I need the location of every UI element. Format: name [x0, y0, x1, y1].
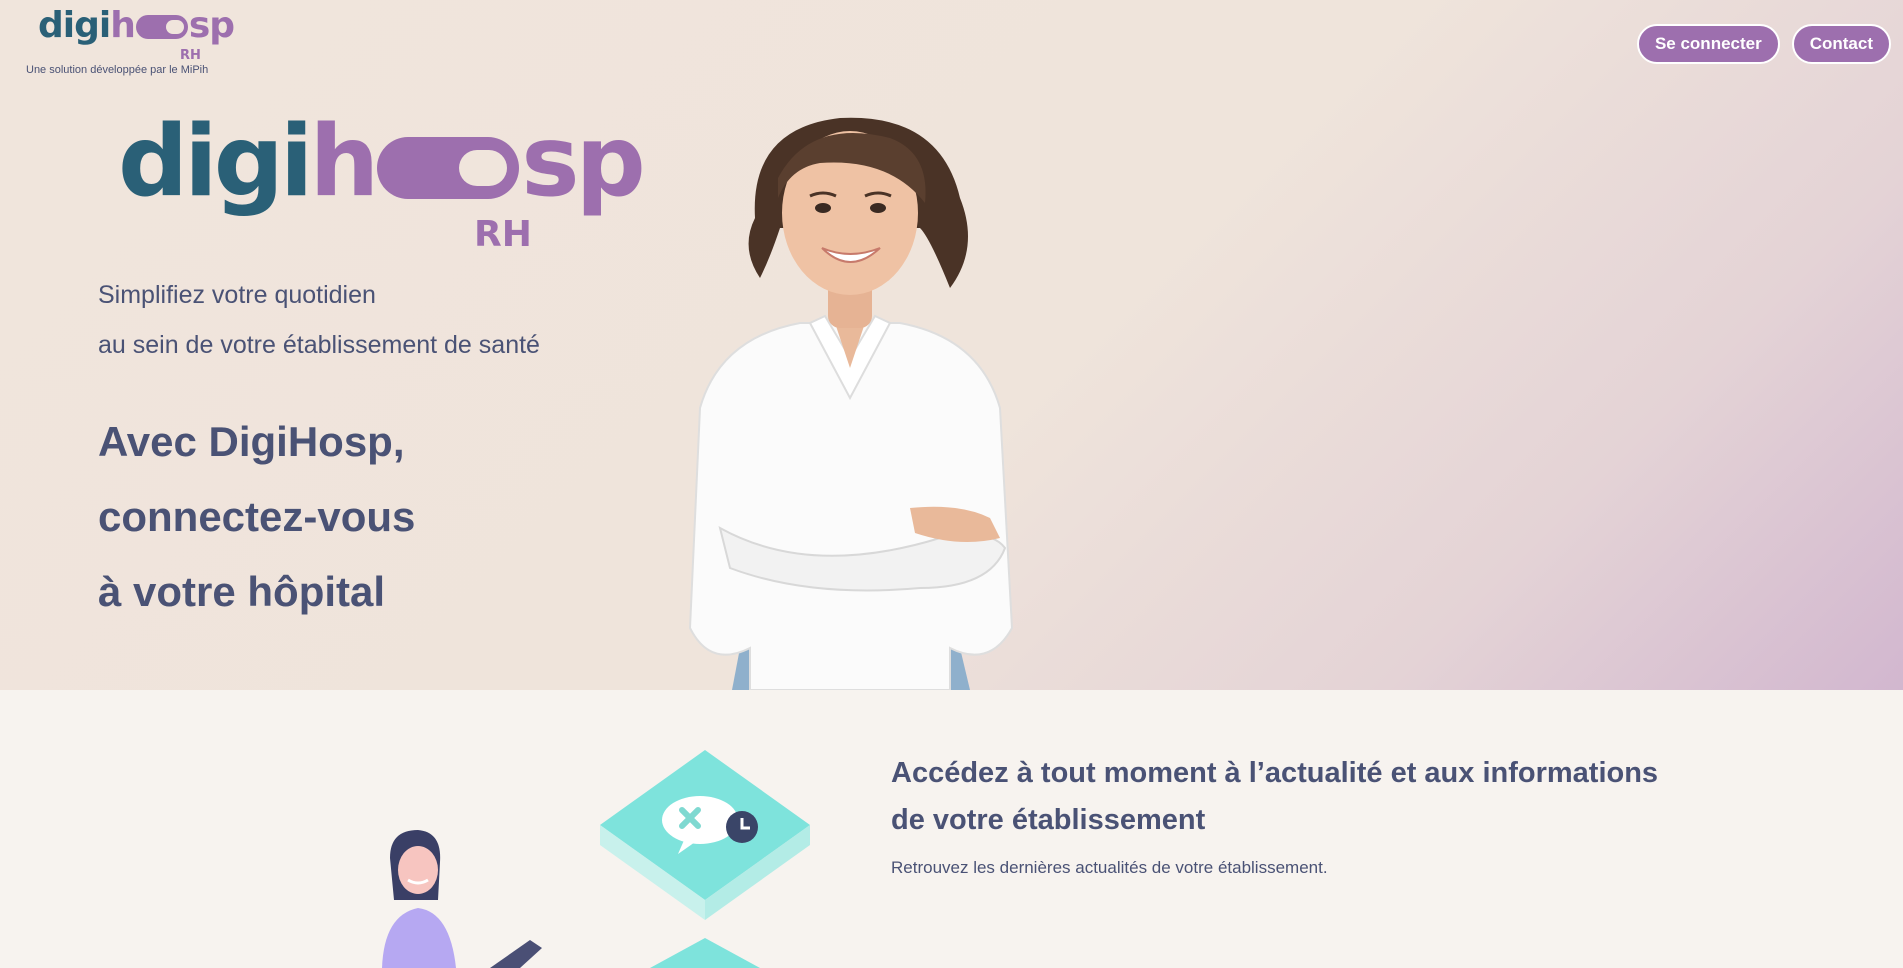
- hero-logo-wordmark: digi h sp: [118, 105, 646, 219]
- logo-tagline: Une solution développée par le MiPih: [26, 64, 209, 76]
- contact-button[interactable]: Contact: [1791, 24, 1891, 64]
- hero-logo: digi h sp RH: [118, 112, 646, 257]
- hero-subtitle: Simplifiez votre quotidien au sein de vo…: [98, 270, 540, 370]
- hero-woman-image: [688, 117, 1014, 690]
- logo-digi: digi: [38, 5, 111, 46]
- top-nav: Se connecter Contact: [1636, 24, 1891, 64]
- hero-logo-rh: RH: [474, 214, 532, 255]
- hero-subtitle-line: Simplifiez votre quotidien: [98, 281, 376, 309]
- feature-title-line: Accédez à tout moment à l’actualité et a…: [891, 757, 1659, 789]
- feature-title-line: de votre établissement: [891, 804, 1206, 836]
- feature-text: Retrouvez les dernières actualités de vo…: [891, 858, 1328, 877]
- header-logo[interactable]: digi h sp RH Une solution développée par l…: [26, 6, 235, 78]
- hero-section: digi h sp RH Une solution développée par l…: [0, 0, 1903, 690]
- feature-illustration: [382, 750, 810, 968]
- hero-headline: Avec DigiHosp, connectez-vous à votre hô…: [98, 404, 415, 629]
- hero-logo-pill-icon: [377, 137, 520, 199]
- logo-wordmark: digi h sp: [38, 5, 235, 46]
- logo-h: h: [110, 5, 136, 46]
- hero-headline-line: connectez-vous: [98, 493, 416, 540]
- hero-logo-digi: digi: [118, 105, 313, 219]
- logo-sp: sp: [188, 5, 235, 46]
- feature-title: Accédez à tout moment à l’actualité et a…: [891, 750, 1791, 844]
- hero-subtitle-line: au sein de votre établissement de santé: [98, 331, 540, 359]
- logo-rh: RH: [180, 48, 201, 63]
- hero-headline-line: à votre hôpital: [98, 568, 386, 615]
- login-button[interactable]: Se connecter: [1636, 24, 1780, 64]
- logo-pill-icon: [135, 15, 188, 39]
- hero-headline-line: Avec DigiHosp,: [98, 418, 405, 465]
- hero-logo-sp: sp: [521, 105, 646, 219]
- clock-icon: [726, 811, 758, 843]
- hero-logo-h: h: [309, 105, 379, 219]
